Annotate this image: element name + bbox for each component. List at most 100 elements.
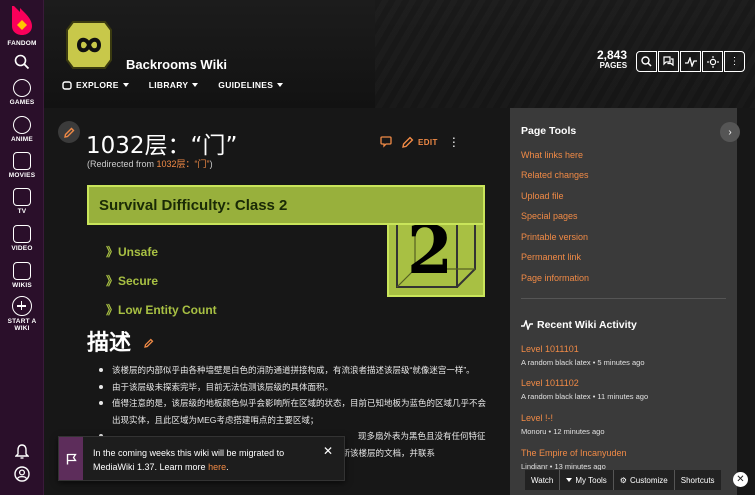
- page-actions: EDIT ⋮: [380, 136, 460, 148]
- discussions-button[interactable]: [658, 51, 679, 72]
- comment-icon[interactable]: [380, 136, 392, 148]
- page-title: 1032层：“门”: [86, 133, 238, 159]
- plus-icon: [12, 296, 32, 316]
- recent-changes-button[interactable]: [680, 51, 701, 72]
- rail-item-movies[interactable]: MOVIES: [0, 152, 44, 179]
- backrooms-wiki-logo-icon[interactable]: [65, 20, 113, 70]
- more-options-button[interactable]: ⋮: [724, 51, 745, 72]
- anime-icon: [13, 116, 31, 134]
- activity-page-link[interactable]: The Empire of Incanyuden: [521, 448, 627, 458]
- wiki-title[interactable]: Backrooms Wiki: [126, 57, 227, 72]
- redirect-suffix: ): [209, 159, 213, 169]
- fandom-brand-label[interactable]: FANDOM: [0, 40, 44, 47]
- section-heading-description: 描述: [87, 331, 132, 356]
- tv-icon: [13, 188, 31, 206]
- difficulty-trait: 》Low Entity Count: [106, 303, 217, 317]
- nav-explore[interactable]: EXPLORE: [62, 80, 129, 90]
- activity-meta: A random black latex • 5 minutes ago: [521, 358, 645, 367]
- rail-item-wikis[interactable]: WIKIS: [0, 262, 44, 289]
- activity-page-link[interactable]: Level 1011101: [521, 344, 579, 354]
- page-more-actions-icon[interactable]: ⋮: [448, 136, 460, 148]
- theme-toggle-button[interactable]: [702, 51, 723, 72]
- chevron-down-icon: [192, 83, 199, 87]
- activity-meta: Monoru • 12 minutes ago: [521, 427, 605, 436]
- page-tool-link[interactable]: Page information: [521, 273, 589, 283]
- rail-item-video[interactable]: VIDEO: [0, 225, 44, 252]
- panel-divider: [521, 298, 726, 299]
- discussions-icon: [663, 56, 674, 67]
- floating-edit-button[interactable]: [58, 121, 80, 143]
- nav-explore-label: EXPLORE: [76, 80, 119, 90]
- nav-guidelines[interactable]: GUIDELINES: [218, 80, 284, 90]
- redirect-source-link[interactable]: 1032层：“门”: [157, 159, 210, 169]
- activity-page-link[interactable]: Level !-!: [521, 413, 553, 423]
- explore-icon: [62, 80, 72, 90]
- user-icon: [14, 466, 30, 482]
- rail-item-tv[interactable]: TV: [0, 188, 44, 215]
- sun-icon: [706, 55, 719, 68]
- rail-item-games-label: GAMES: [9, 99, 35, 106]
- banner-text: In the coming weeks this wiki will be mi…: [93, 446, 318, 474]
- watch-label: Watch: [531, 475, 554, 485]
- chevron-down-icon: [277, 83, 284, 87]
- user-menu-button[interactable]: [0, 466, 44, 482]
- pages-count-number: 2,843: [597, 48, 628, 62]
- shortcuts-label: Shortcuts: [680, 475, 715, 485]
- customize-button[interactable]: ⚙ Customize: [613, 470, 675, 490]
- rail-item-movies-label: MOVIES: [8, 172, 36, 179]
- page-tools-title: Page Tools: [521, 125, 577, 137]
- difficulty-title: Survival Difficulty: Class 2: [99, 197, 288, 214]
- start-a-wiki-line2: WIKI: [14, 325, 30, 332]
- pencil-icon: [402, 136, 414, 148]
- page-tool-link[interactable]: What links here: [521, 150, 583, 160]
- notifications-button[interactable]: [0, 444, 44, 460]
- my-tools-button[interactable]: My Tools: [560, 470, 614, 490]
- rail-item-anime[interactable]: ANIME: [0, 116, 44, 143]
- fandom-logo-icon[interactable]: [10, 4, 34, 36]
- pencil-icon: [63, 127, 74, 138]
- games-icon: [13, 79, 31, 97]
- gear-icon: ⚙: [619, 475, 627, 485]
- rail-search[interactable]: [0, 54, 44, 70]
- survival-difficulty-box: 2 Survival Difficulty: Class 2 》Unsafe 》…: [87, 185, 485, 317]
- fandom-rail: FANDOM GAMES ANIME MOVIES TV VIDEO WIKIS…: [0, 0, 44, 495]
- kebab-icon: ⋮: [729, 55, 740, 67]
- page-tool-link[interactable]: Upload file: [521, 191, 564, 201]
- page-tool-link[interactable]: Permanent link: [521, 252, 581, 262]
- wiki-toolbar: Watch My Tools ⚙ Customize Shortcuts: [525, 470, 755, 490]
- video-icon: [13, 225, 31, 243]
- close-toolbar-icon[interactable]: ✕: [733, 472, 748, 487]
- wiki-header: Backrooms Wiki EXPLORE LIBRARY GUIDELINE…: [44, 0, 755, 108]
- page-tool-link[interactable]: Printable version: [521, 232, 588, 242]
- close-icon[interactable]: ✕: [323, 444, 333, 458]
- start-a-wiki-button[interactable]: START A WIKI: [0, 296, 44, 332]
- nav-library[interactable]: LIBRARY: [149, 80, 199, 90]
- rail-item-games[interactable]: GAMES: [0, 79, 44, 106]
- edit-button-label: EDIT: [418, 137, 438, 147]
- section-edit-pencil-icon[interactable]: [144, 338, 154, 351]
- recent-activity-title: Recent Wiki Activity: [537, 319, 637, 331]
- edit-button[interactable]: EDIT: [402, 136, 438, 148]
- start-a-wiki-line1: START A: [7, 318, 37, 325]
- right-rail-panel: Page Tools What links here Related chang…: [510, 108, 737, 495]
- redirect-notice: (Redirected from 1032层：“门”): [87, 157, 213, 170]
- activity-icon: [684, 56, 697, 67]
- watch-button[interactable]: Watch: [525, 470, 561, 490]
- list-item: 该楼层的内部似乎由各种墙壁是白色的消防通道拼接构成，有流浪者描述该层级“就像迷宫…: [98, 362, 488, 379]
- wiki-nav: EXPLORE LIBRARY GUIDELINES: [62, 80, 284, 90]
- activity-page-link[interactable]: Level 1011102: [521, 378, 579, 388]
- chevron-right-icon[interactable]: ›: [720, 122, 740, 142]
- banner-learn-more-link[interactable]: here: [208, 462, 226, 472]
- rail-item-wikis-label: WIKIS: [12, 282, 32, 289]
- activity-meta: A random black latex • 11 minutes ago: [521, 392, 649, 401]
- nav-guidelines-label: GUIDELINES: [218, 80, 274, 90]
- difficulty-title-bar: Survival Difficulty: Class 2: [87, 185, 485, 225]
- page-tool-link[interactable]: Related changes: [521, 170, 589, 180]
- redirect-prefix: (Redirected from: [87, 159, 157, 169]
- page-tool-link[interactable]: Special pages: [521, 211, 578, 221]
- rail-item-anime-label: ANIME: [11, 136, 33, 143]
- pages-count: 2,843 PAGES: [597, 48, 628, 70]
- search-button[interactable]: [636, 51, 657, 72]
- shortcuts-button[interactable]: Shortcuts: [674, 470, 721, 490]
- banner-message: In the coming weeks this wiki will be mi…: [93, 448, 285, 472]
